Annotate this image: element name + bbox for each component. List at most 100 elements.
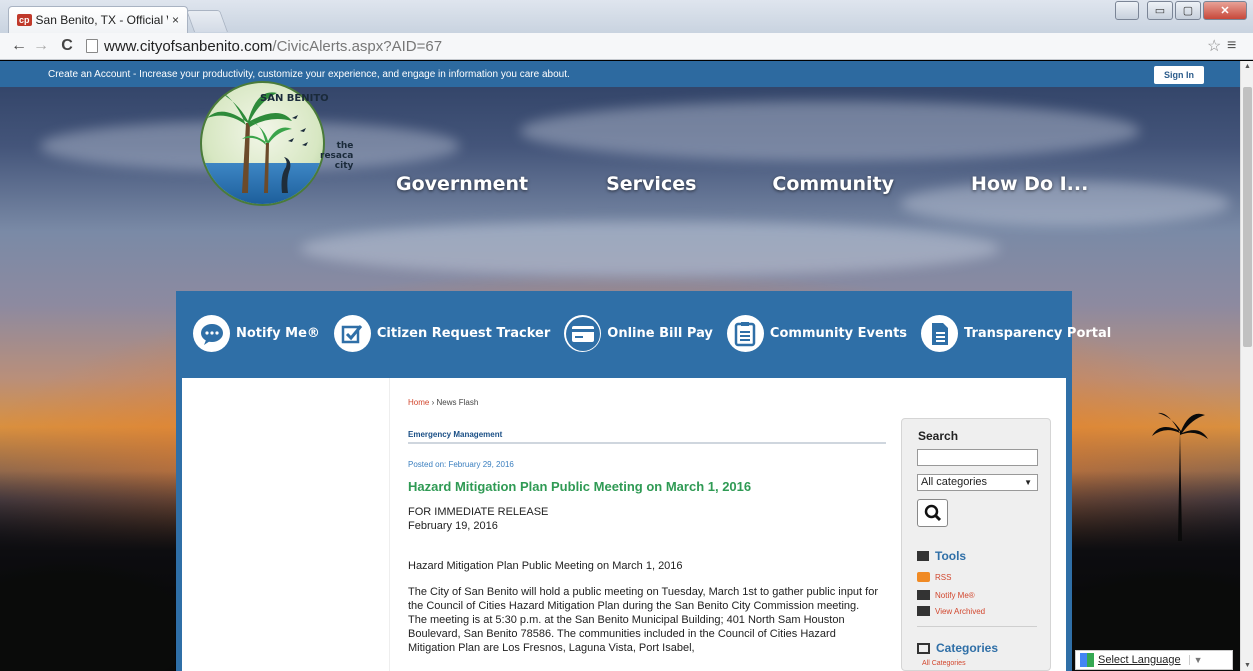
article-subhead: Hazard Mitigation Plan Public Meeting on… <box>408 560 683 572</box>
categories-icon <box>917 642 930 654</box>
quick-link-community-events[interactable]: Community Events <box>726 315 908 352</box>
tool-label: Notify Me® <box>935 590 975 600</box>
tool-rss-link[interactable]: RSS <box>917 572 951 582</box>
categories-heading: Categories <box>917 641 998 655</box>
document-icon <box>921 315 959 352</box>
tab-title: San Benito, TX - Official W <box>35 13 168 27</box>
category-select[interactable]: All categories ▼ <box>917 474 1038 491</box>
page-scrollbar[interactable]: ▲ ▼ <box>1240 61 1253 671</box>
address-bar[interactable]: www.cityofsanbenito.com/CivicAlerts.aspx… <box>86 35 1207 57</box>
cloud-decoration <box>520 101 1140 161</box>
logo-tag-line2: resaca <box>320 151 354 161</box>
search-heading: Search <box>918 429 959 443</box>
page-icon <box>86 39 98 53</box>
category-select-value: All categories <box>921 476 988 488</box>
web-page: Create an Account - Increase your produc… <box>0 61 1240 671</box>
content-area: Home › News Flash Emergency Management P… <box>182 378 1066 671</box>
quick-link-label: Citizen Request Tracker <box>376 326 551 341</box>
quick-link-citizen-request-tracker[interactable]: Citizen Request Tracker <box>333 315 551 352</box>
article-headline[interactable]: Hazard Mitigation Plan Public Meeting on… <box>408 479 751 494</box>
browser-menu-icon[interactable]: ≡ <box>1227 37 1249 55</box>
category-divider <box>408 442 886 444</box>
quick-link-online-bill-pay[interactable]: Online Bill Pay <box>564 315 713 352</box>
chat-bubble-icon <box>193 315 230 352</box>
content-shell: Home › News Flash Emergency Management P… <box>176 376 1072 671</box>
reload-icon[interactable]: C <box>56 37 78 55</box>
logo-name: SAN BENITO <box>260 93 329 104</box>
minimize-button[interactable]: ▭ <box>1147 1 1173 20</box>
clipboard-icon <box>726 315 764 352</box>
sidebar-divider <box>917 626 1037 627</box>
release-date: February 19, 2016 <box>408 520 498 532</box>
close-window-button[interactable]: ✕ <box>1203 1 1247 20</box>
logo-tagline: the resaca city <box>320 141 353 171</box>
dropdown-arrow-icon: ▼ <box>1188 655 1203 665</box>
cloud-decoration <box>300 221 1000 276</box>
logo-tag-line1: the <box>336 141 354 151</box>
tools-heading: Tools <box>917 549 966 563</box>
breadcrumb-home-link[interactable]: Home <box>408 398 429 407</box>
sign-in-button[interactable]: Sign In <box>1154 66 1204 84</box>
search-button[interactable] <box>917 499 948 527</box>
news-category-title[interactable]: Emergency Management <box>408 430 502 439</box>
city-logo[interactable]: SAN BENITO the resaca city <box>180 81 353 211</box>
quick-link-label: Notify Me® <box>236 326 320 341</box>
tool-label: View Archived <box>935 606 986 616</box>
scroll-thumb[interactable] <box>1243 87 1252 347</box>
browser-tab-strip: cp San Benito, TX - Official W × ▭ ▢ ✕ <box>0 0 1253 33</box>
left-column <box>182 378 390 671</box>
search-input[interactable] <box>917 449 1038 466</box>
new-tab-button[interactable] <box>185 10 229 32</box>
quick-link-transparency-portal[interactable]: Transparency Portal <box>921 315 1111 352</box>
tool-notify-me-link[interactable]: Notify Me® <box>917 590 975 600</box>
article-body: FOR IMMEDIATE RELEASE February 19, 2016 … <box>408 505 878 655</box>
back-arrow-icon[interactable]: ← <box>8 37 30 55</box>
breadcrumb-current: News Flash <box>436 398 479 407</box>
main-navigation: Government Services Community How Do I..… <box>396 173 1088 195</box>
quick-link-notify-me[interactable]: Notify Me® <box>193 315 320 352</box>
google-translate-widget[interactable]: Select Language ▼ <box>1075 650 1233 670</box>
scroll-down-icon[interactable]: ▼ <box>1241 662 1253 669</box>
breadcrumb: Home › News Flash <box>408 398 478 407</box>
window-controls: ▭ ▢ ✕ <box>1115 1 1247 20</box>
scroll-up-icon[interactable]: ▲ <box>1241 63 1253 70</box>
forward-arrow-icon[interactable]: → <box>30 37 52 55</box>
checkbox-icon <box>333 315 371 352</box>
logo-tag-line3: city <box>334 161 354 171</box>
select-language-link[interactable]: Select Language <box>1098 654 1181 666</box>
tools-heading-label: Tools <box>935 549 967 563</box>
browser-tab[interactable]: cp San Benito, TX - Official W × <box>8 6 188 33</box>
site-favicon-icon: cp <box>17 14 32 26</box>
envelope-icon <box>917 590 930 600</box>
bookmark-star-icon[interactable]: ☆ <box>1207 36 1227 56</box>
nav-government[interactable]: Government <box>396 173 528 195</box>
tool-label: RSS <box>935 572 952 582</box>
article-paragraph: The City of San Benito will hold a publi… <box>408 586 878 654</box>
tab-close-icon[interactable]: × <box>172 13 179 27</box>
release-line: FOR IMMEDIATE RELEASE <box>408 506 549 518</box>
user-profile-icon[interactable] <box>1115 1 1139 20</box>
archive-icon <box>917 606 930 616</box>
nav-community[interactable]: Community <box>772 173 894 195</box>
quick-link-label: Community Events <box>769 326 908 341</box>
quick-link-label: Online Bill Pay <box>607 326 713 341</box>
nav-how-do-i[interactable]: How Do I... <box>971 173 1088 195</box>
magnifier-icon <box>924 504 941 522</box>
url-host: www.cityofsanbenito.com <box>104 37 273 55</box>
create-account-link[interactable]: Create an Account - Increase your produc… <box>48 69 570 80</box>
browser-toolbar: ← → C www.cityofsanbenito.com/CivicAlert… <box>0 33 1253 60</box>
tools-icon <box>917 551 929 561</box>
palm-tree-silhouette <box>1152 412 1208 541</box>
tool-view-archived-link[interactable]: View Archived <box>917 606 985 616</box>
rss-icon <box>917 572 930 582</box>
tree-silhouette-left <box>0 491 175 671</box>
maximize-button[interactable]: ▢ <box>1175 1 1201 20</box>
url-path: /CivicAlerts.aspx?AID=67 <box>272 37 443 55</box>
categories-heading-label: Categories <box>936 641 999 655</box>
google-translate-icon <box>1080 653 1094 667</box>
credit-card-icon <box>564 315 602 352</box>
news-sidebar: Search All categories ▼ Tools RSS Notify… <box>901 418 1051 671</box>
nav-services[interactable]: Services <box>606 173 696 195</box>
category-link-all[interactable]: All Categories <box>922 660 966 667</box>
quick-links-bar: Notify Me® Citizen Request Tracker Onlin… <box>176 291 1111 376</box>
